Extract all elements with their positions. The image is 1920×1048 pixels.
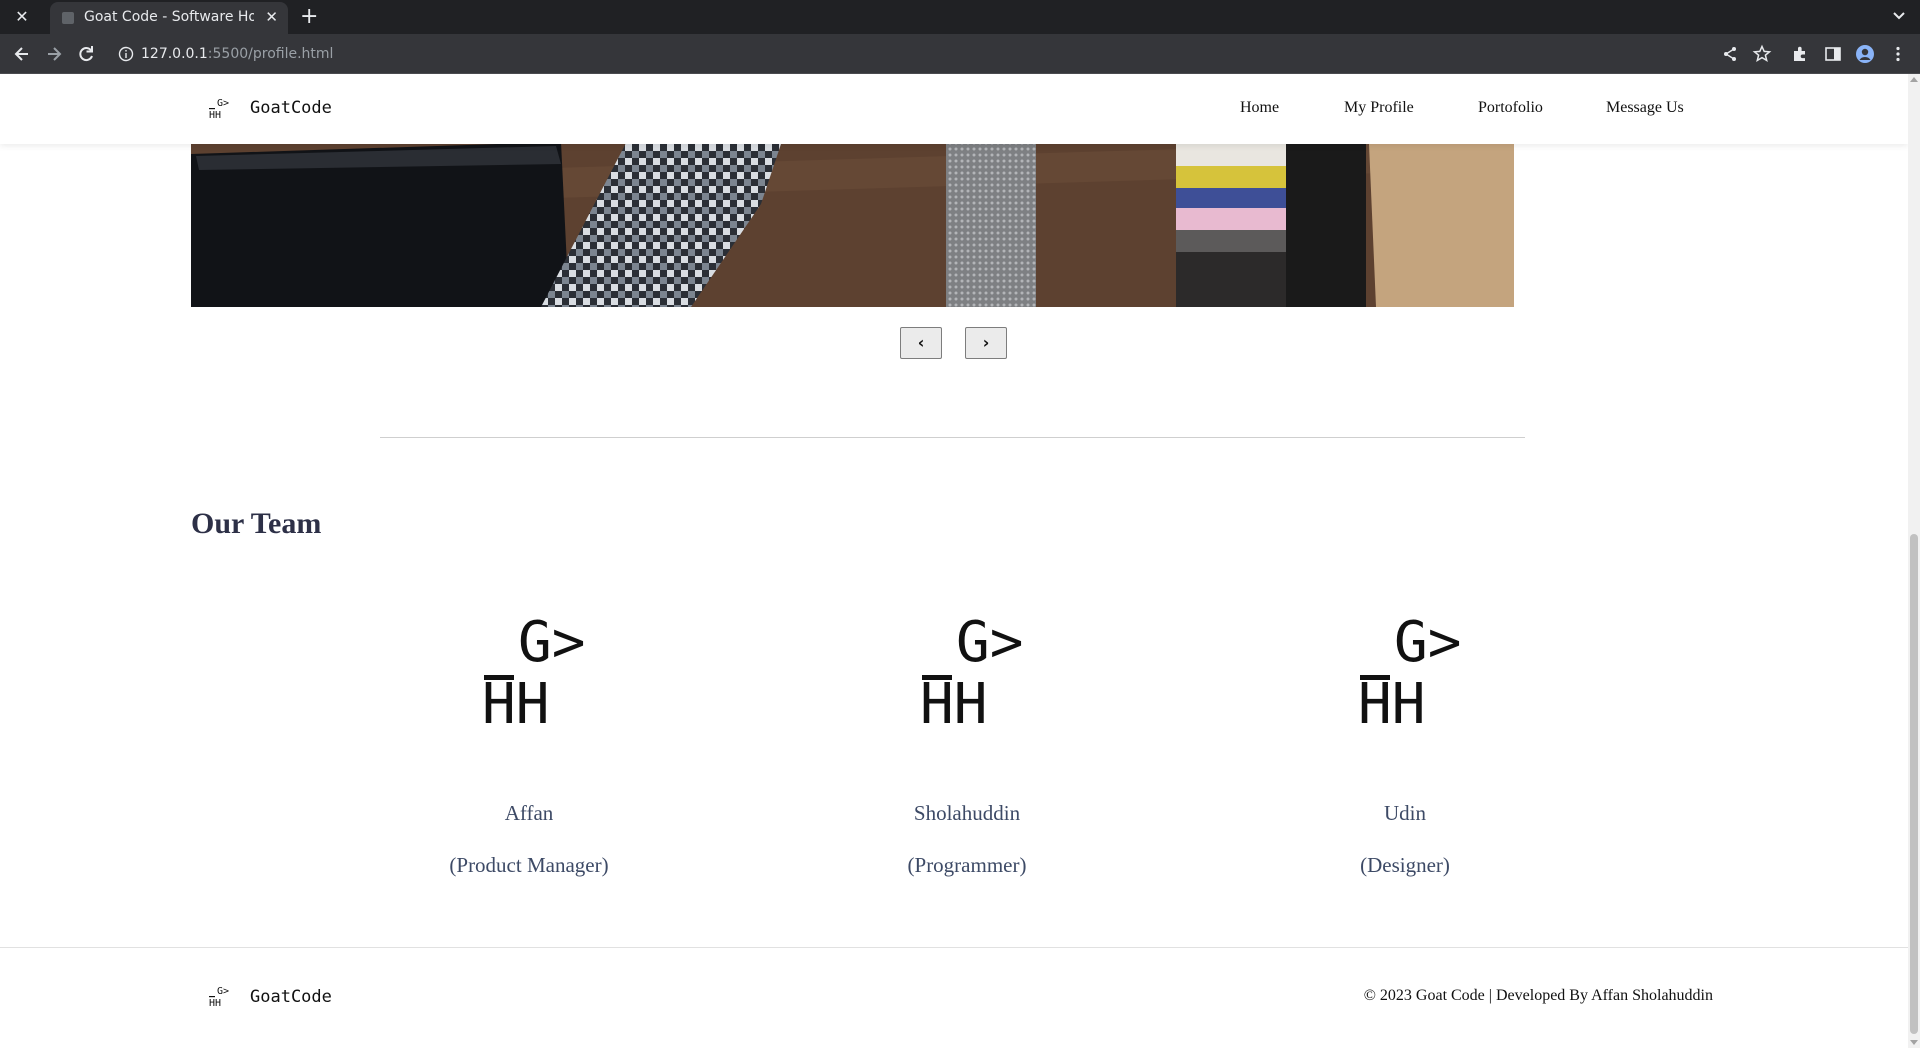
browser-tab[interactable]: Goat Code - Software House ✕ — [50, 2, 288, 34]
tab-close-icon[interactable]: ✕ — [265, 8, 278, 26]
tab-title: Goat Code - Software House — [84, 9, 254, 25]
address-bar[interactable]: 127.0.0.1:5500/profile.html — [108, 39, 1768, 69]
tab-search-chevron-icon[interactable] — [1892, 8, 1906, 22]
member-logo-icon: G> HH — [482, 611, 585, 736]
team-heading: Our Team — [191, 507, 322, 540]
member-logo-icon: G> HH — [1358, 611, 1461, 736]
scroll-thumb[interactable] — [1910, 534, 1918, 1034]
member-role: (Product Manager) — [449, 853, 609, 877]
site-info-icon[interactable] — [118, 46, 134, 62]
browser-menu-icon[interactable] — [1888, 44, 1908, 64]
svg-text:G>: G> — [518, 611, 585, 675]
goatcode-logo-icon[interactable]: G> HH — [208, 96, 234, 122]
page-scrollbar[interactable] — [1908, 74, 1920, 1048]
reload-icon[interactable] — [76, 44, 96, 64]
copyright-text: © 2023 Goat Code | Developed By Affan Sh… — [1363, 987, 1713, 1004]
carousel-next-button[interactable]: › — [965, 327, 1007, 359]
new-tab-icon[interactable]: + — [300, 4, 318, 29]
footer-brand-name[interactable]: GoatCode — [250, 987, 332, 1007]
browser-toolbar: 127.0.0.1:5500/profile.html — [0, 34, 1920, 74]
member-role: (Programmer) — [907, 853, 1027, 877]
member-name: Sholahuddin — [913, 801, 1021, 825]
extensions-icon[interactable] — [1790, 44, 1810, 64]
scroll-up-arrow-icon[interactable] — [1910, 77, 1918, 82]
close-window-icon[interactable]: ✕ — [12, 7, 32, 27]
member-role: (Designer) — [1360, 853, 1450, 877]
svg-text:HH: HH — [482, 672, 549, 736]
nav-link-my-profile[interactable]: My Profile — [1344, 99, 1414, 117]
svg-text:G>: G> — [217, 986, 229, 997]
forward-arrow-icon[interactable] — [44, 44, 64, 64]
nav-link-portofolio[interactable]: Portofolio — [1478, 99, 1543, 117]
section-divider — [380, 437, 1525, 438]
page-viewport: G> HH GoatCode Home My Profile Portofoli… — [0, 74, 1908, 1048]
goatcode-logo-icon[interactable]: G> HH — [208, 984, 234, 1010]
site-navbar: G> HH GoatCode Home My Profile Portofoli… — [0, 74, 1908, 144]
url-text: 127.0.0.1:5500/profile.html — [141, 46, 334, 62]
svg-text:HH: HH — [1358, 672, 1425, 736]
nav-link-home[interactable]: Home — [1240, 99, 1279, 117]
svg-text:G>: G> — [217, 98, 229, 109]
svg-text:HH: HH — [920, 672, 987, 736]
bookmark-star-icon[interactable] — [1752, 44, 1772, 64]
favicon-icon — [62, 12, 74, 24]
member-name: Affan — [504, 801, 554, 825]
share-icon[interactable] — [1720, 44, 1740, 64]
svg-text:HH: HH — [209, 110, 221, 121]
carousel-prev-button[interactable]: ‹ — [900, 327, 942, 359]
member-name: Udin — [1384, 801, 1426, 825]
profile-avatar-icon[interactable] — [1855, 44, 1875, 64]
svg-text:G>: G> — [1394, 611, 1461, 675]
browser-tab-strip: ✕ Goat Code - Software House ✕ + — [0, 0, 1920, 34]
site-footer: G> HH GoatCode © 2023 Goat Code | Develo… — [0, 947, 1908, 1048]
back-arrow-icon[interactable] — [12, 44, 32, 64]
nav-link-message-us[interactable]: Message Us — [1606, 99, 1684, 117]
svg-text:G>: G> — [956, 611, 1023, 675]
nav-brand-name[interactable]: GoatCode — [250, 98, 332, 118]
scroll-down-arrow-icon[interactable] — [1910, 1040, 1918, 1045]
side-panel-icon[interactable] — [1823, 44, 1843, 64]
svg-text:HH: HH — [209, 998, 221, 1009]
member-logo-icon: G> HH — [920, 611, 1023, 736]
